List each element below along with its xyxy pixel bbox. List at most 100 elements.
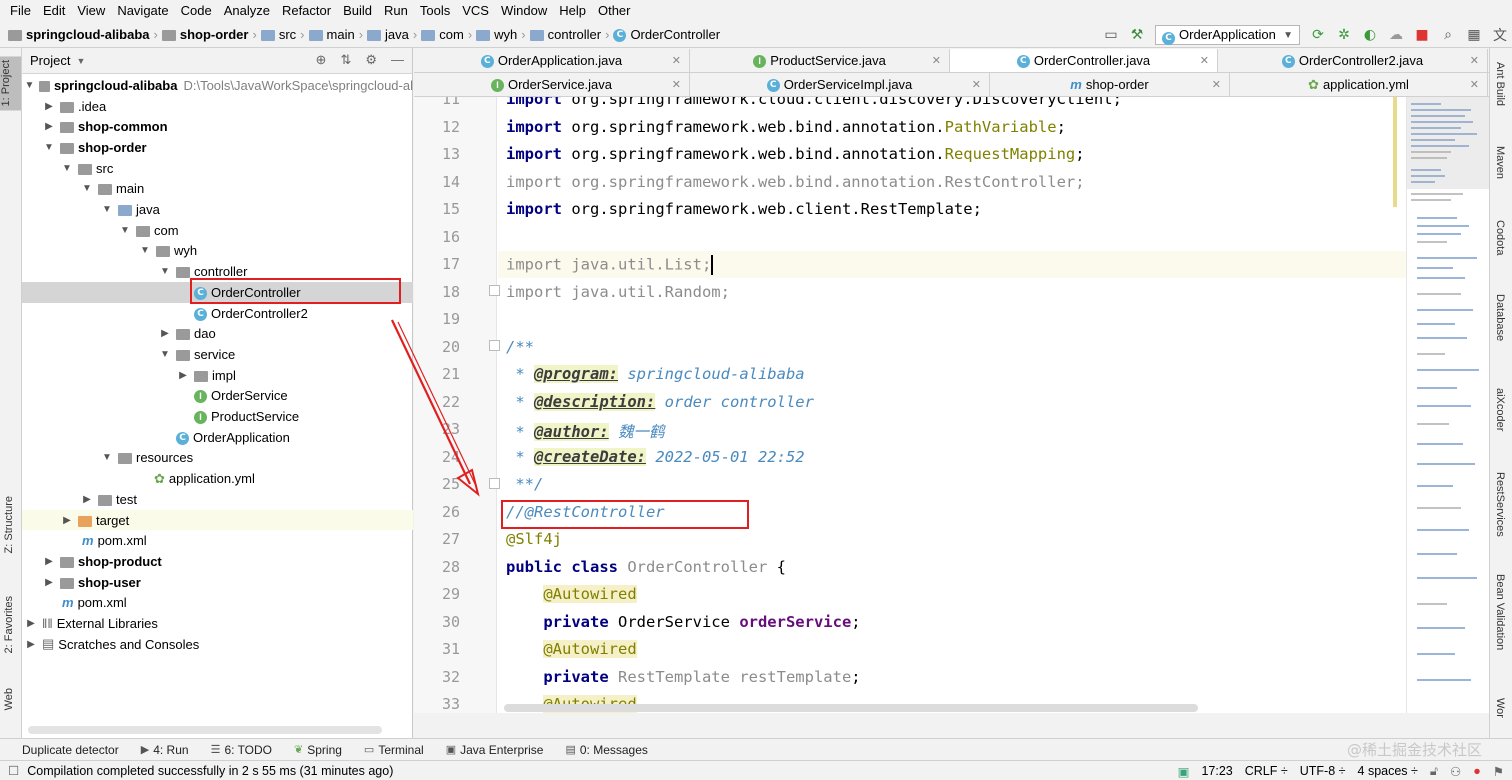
lock-icon[interactable]: 🔓︎	[1430, 764, 1438, 779]
tree-item[interactable]: ▼ springcloud-alibaba D:\Tools\JavaWorkSpa…	[22, 75, 413, 96]
close-icon[interactable]: ✕	[1470, 54, 1479, 67]
menu-build[interactable]: Build	[337, 0, 378, 22]
breadcrumb-item[interactable]: src	[279, 27, 296, 42]
tool-duplicate-detector[interactable]: Duplicate detector	[22, 743, 119, 757]
chevron-down-icon[interactable]: ▼	[158, 266, 172, 277]
locate-icon[interactable]: ⊕	[316, 52, 327, 68]
tree-item[interactable]: ▶ shop-common	[22, 116, 413, 137]
close-icon[interactable]: ✕	[672, 54, 681, 67]
horizontal-scrollbar[interactable]	[28, 726, 382, 734]
tree-item[interactable]: ▶ ▤ Scratches and Consoles	[22, 634, 413, 655]
breadcrumb-item[interactable]: wyh	[494, 27, 517, 42]
tool-tab-database[interactable]: Database	[1494, 294, 1506, 341]
line-separator[interactable]: CRLF ÷	[1245, 764, 1288, 778]
chevron-right-icon[interactable]: ▶	[176, 370, 190, 381]
stop-icon[interactable]: ■	[1414, 27, 1430, 43]
chevron-down-icon[interactable]: ▼	[118, 225, 132, 236]
menu-other[interactable]: Other	[592, 0, 637, 22]
profile-icon[interactable]: ☁	[1388, 27, 1404, 43]
tree-item[interactable]: ▶ test	[22, 489, 413, 510]
minimap-viewport[interactable]	[1407, 97, 1490, 189]
chevron-down-icon[interactable]: ▼	[138, 245, 152, 256]
chevron-right-icon[interactable]: ▶	[42, 101, 56, 112]
coverage-icon[interactable]: ◐	[1362, 27, 1378, 43]
chevron-right-icon[interactable]: ▶	[158, 328, 172, 339]
menu-vcs[interactable]: VCS	[456, 0, 495, 22]
tool-tab-favorites[interactable]: 2: Favorites	[3, 596, 15, 653]
project-structure-icon[interactable]: ▦	[1466, 27, 1482, 43]
breadcrumb-item[interactable]: main	[327, 27, 355, 42]
chevron-down-icon[interactable]: ▼	[80, 183, 94, 194]
close-icon[interactable]: ✕	[1470, 78, 1479, 91]
close-icon[interactable]: ✕	[932, 54, 941, 67]
chevron-down-icon[interactable]: ▼	[76, 56, 85, 66]
tool-spring[interactable]: ❦ Spring	[294, 743, 342, 757]
menu-view[interactable]: View	[71, 0, 111, 22]
tree-item[interactable]: ✿ application.yml	[22, 468, 413, 489]
tab-ordercontroller[interactable]: C OrderController.java ✕	[950, 49, 1218, 72]
fold-toggle-icon[interactable]	[489, 478, 500, 489]
editor-horizontal-scrollbar[interactable]	[504, 704, 1198, 712]
tool-tab-bean-validation[interactable]: Bean Validation	[1494, 574, 1506, 650]
translate-icon[interactable]: 文	[1492, 25, 1508, 45]
menu-edit[interactable]: Edit	[37, 0, 71, 22]
tab-orderapplication[interactable]: C OrderApplication.java ✕	[414, 49, 690, 72]
chevron-right-icon[interactable]: ▶	[80, 494, 94, 505]
tree-item[interactable]: C OrderController2	[22, 303, 413, 324]
build-hammer-icon[interactable]: ⚒	[1129, 27, 1145, 43]
tool-tab-web[interactable]: Web	[3, 688, 15, 710]
fold-toggle-icon[interactable]	[489, 340, 500, 351]
tree-item[interactable]: ▼ shop-order	[22, 137, 413, 158]
tree-item[interactable]: m pom.xml	[22, 593, 413, 614]
git-icon[interactable]: ⚇	[1450, 764, 1461, 779]
tree-item[interactable]: ▼ main	[22, 179, 413, 200]
breadcrumb-item[interactable]: springcloud-alibaba	[26, 27, 150, 42]
menu-refactor[interactable]: Refactor	[276, 0, 337, 22]
chevron-right-icon[interactable]: ▶	[42, 121, 56, 132]
tab-orderservice[interactable]: I OrderService.java ✕	[414, 73, 690, 96]
chevron-right-icon[interactable]: ▶	[24, 618, 38, 629]
close-icon[interactable]: ✕	[672, 78, 681, 91]
menu-run[interactable]: Run	[378, 0, 414, 22]
chevron-down-icon[interactable]: ▼	[60, 163, 74, 174]
tree-item[interactable]: ▼ src	[22, 158, 413, 179]
tab-productservice[interactable]: I ProductService.java ✕	[690, 49, 950, 72]
tab-shop-order-pom[interactable]: m shop-order ✕	[990, 73, 1230, 96]
tree-item[interactable]: ▼ resources	[22, 448, 413, 469]
close-icon[interactable]: ✕	[1200, 54, 1209, 67]
chevron-down-icon[interactable]: ▼	[100, 204, 114, 215]
minimize-icon[interactable]: —	[391, 52, 404, 68]
status-toggle-icon[interactable]: ☐	[8, 763, 19, 778]
file-encoding[interactable]: UTF-8 ÷	[1300, 764, 1346, 778]
tool-tab-maven[interactable]: Maven	[1494, 146, 1506, 179]
menu-file[interactable]: File	[4, 0, 37, 22]
breadcrumb-item[interactable]: OrderController	[630, 27, 720, 42]
tree-item[interactable]: ▼ java	[22, 199, 413, 220]
tree-item[interactable]: I OrderService	[22, 386, 413, 407]
tool-tab-project[interactable]: 1: Project	[0, 56, 21, 111]
aicoder-status-icon[interactable]: ▣	[1178, 764, 1190, 779]
menu-analyze[interactable]: Analyze	[218, 0, 276, 22]
chevron-down-icon[interactable]: ▼	[24, 80, 35, 91]
tree-item[interactable]: ▶ shop-user	[22, 572, 413, 593]
tree-item[interactable]: ▼ service	[22, 344, 413, 365]
collapse-all-icon[interactable]: ⇅	[340, 52, 351, 68]
chevron-down-icon[interactable]: ▼	[100, 452, 114, 463]
menu-help[interactable]: Help	[553, 0, 592, 22]
tab-ordercontroller2[interactable]: C OrderController2.java ✕	[1218, 49, 1488, 72]
menu-navigate[interactable]: Navigate	[111, 0, 174, 22]
tree-item[interactable]: ▼ wyh	[22, 241, 413, 262]
breadcrumb-item[interactable]: controller	[548, 27, 601, 42]
event-log-icon[interactable]: ⚑	[1493, 764, 1504, 779]
tree-item[interactable]: I ProductService	[22, 406, 413, 427]
tool-java-enterprise[interactable]: ▣ Java Enterprise	[446, 743, 544, 757]
search-icon[interactable]: ⌕	[1440, 27, 1456, 43]
indent-setting[interactable]: 4 spaces ÷	[1358, 764, 1418, 778]
rerun-icon[interactable]: ⟳	[1310, 27, 1326, 43]
tool-tab-ant-build[interactable]: Ant Build	[1494, 62, 1506, 106]
close-icon[interactable]: ✕	[1212, 78, 1221, 91]
code-minimap[interactable]	[1393, 97, 1490, 713]
close-icon[interactable]: ✕	[972, 78, 981, 91]
fold-toggle-icon[interactable]	[489, 285, 500, 296]
tab-orderserviceimpl[interactable]: C OrderServiceImpl.java ✕	[690, 73, 990, 96]
